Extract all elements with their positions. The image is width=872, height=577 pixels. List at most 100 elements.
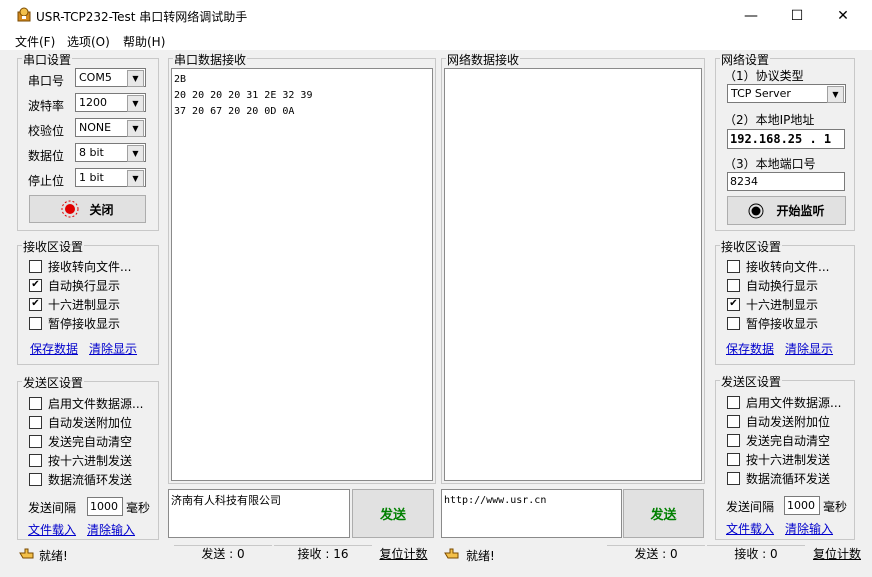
option-label: 启用文件数据源... (48, 397, 144, 411)
menu-file[interactable]: 文件(F) (15, 33, 55, 50)
checkbox[interactable] (29, 317, 42, 330)
serial-send-input[interactable]: 济南有人科技有限公司 (168, 489, 350, 538)
option-row[interactable]: 自动换行显示 (727, 276, 829, 295)
right-receive-settings-title: 接收区设置 (720, 238, 783, 255)
option-row[interactable]: 接收转向文件... (727, 257, 829, 276)
option-row[interactable]: 暂停接收显示 (727, 314, 829, 333)
checkbox[interactable] (29, 435, 42, 448)
checkbox[interactable] (29, 416, 42, 429)
clear-display-link[interactable]: 清除显示 (785, 340, 833, 357)
left-send-settings-title: 发送区设置 (22, 374, 85, 391)
option-row[interactable]: 暂停接收显示 (29, 314, 131, 333)
option-label: 自动换行显示 (746, 279, 819, 293)
port-select[interactable]: COM5 ▼ (75, 68, 146, 87)
right-send-settings-title: 发送区设置 (720, 373, 783, 390)
chevron-down-icon: ▼ (127, 170, 144, 187)
checkbox[interactable] (29, 473, 42, 486)
baud-label: 波特率 (28, 99, 65, 113)
checked-checkbox[interactable]: ✔ (29, 279, 42, 292)
net-receive-title: 网络数据接收 (446, 51, 521, 68)
checkbox[interactable] (727, 317, 740, 330)
send-interval-unit: 毫秒 (126, 501, 151, 515)
option-row[interactable]: 按十六进制发送 (727, 450, 841, 469)
option-label: 发送完自动清空 (48, 435, 133, 449)
local-ip-input[interactable]: 192.168.25 . 1 (727, 129, 845, 149)
option-label: 按十六进制发送 (48, 454, 133, 468)
clear-display-link[interactable]: 清除显示 (89, 340, 137, 357)
option-row[interactable]: 启用文件数据源... (727, 393, 841, 412)
serial-send-count: 发送 : 0 (174, 545, 272, 561)
checkbox[interactable] (29, 260, 42, 273)
start-listen-button[interactable]: 开始监听 (727, 196, 846, 225)
net-send-input[interactable]: http://www.usr.cn (441, 489, 622, 538)
save-data-link[interactable]: 保存数据 (30, 340, 78, 357)
option-row[interactable]: ✔ 自动换行显示 (29, 276, 131, 295)
minimize-button[interactable]: — (728, 0, 774, 31)
menu-bar: 文件(F) 选项(O) 帮助(H) (0, 31, 872, 50)
option-label: 发送完自动清空 (746, 434, 831, 448)
checkbox[interactable] (727, 415, 740, 428)
serial-toggle-label: 关闭 (89, 202, 114, 217)
net-send-button[interactable]: 发送 (623, 489, 704, 538)
checkbox[interactable] (727, 396, 740, 409)
option-row[interactable]: 数据流循环发送 (29, 470, 143, 489)
local-port-input[interactable]: 8234 (727, 172, 845, 191)
checkbox[interactable] (727, 279, 740, 292)
clear-input-link[interactable]: 清除输入 (87, 521, 135, 538)
net-settings-group: 网络设置 （1）协议类型 TCP Server ▼ （2）本地IP地址 192.1… (715, 51, 855, 231)
close-button[interactable]: ✕ (820, 0, 866, 31)
port-label: 串口号 (28, 74, 65, 88)
baud-select[interactable]: 1200 ▼ (75, 93, 146, 112)
parity-select[interactable]: NONE ▼ (75, 118, 146, 137)
menu-options[interactable]: 选项(O) (67, 33, 110, 50)
parity-label: 校验位 (28, 124, 65, 138)
status-ready: 就绪! (466, 549, 495, 563)
checkbox[interactable] (727, 434, 740, 447)
option-row[interactable]: ✔ 十六进制显示 (727, 295, 829, 314)
chevron-down-icon: ▼ (127, 145, 144, 162)
databits-select[interactable]: 8 bit ▼ (75, 143, 146, 162)
checkbox[interactable] (727, 260, 740, 273)
option-label: 按十六进制发送 (746, 453, 831, 467)
start-listen-label: 开始监听 (776, 204, 825, 218)
checkbox[interactable] (727, 453, 740, 466)
option-row[interactable]: ✔ 十六进制显示 (29, 295, 131, 314)
checked-checkbox[interactable]: ✔ (727, 298, 740, 311)
serial-recv-count: 接收 : 16 (274, 545, 372, 561)
checkbox[interactable] (29, 397, 42, 410)
option-row[interactable]: 接收转向文件... (29, 257, 131, 276)
load-file-link[interactable]: 文件载入 (726, 520, 774, 537)
local-ip-label: （2）本地IP地址 (724, 113, 815, 127)
clear-input-link[interactable]: 清除输入 (785, 520, 833, 537)
option-label: 数据流循环发送 (746, 472, 831, 486)
save-data-link[interactable]: 保存数据 (726, 340, 774, 357)
protocol-select[interactable]: TCP Server ▼ (727, 84, 846, 103)
option-row[interactable]: 数据流循环发送 (727, 469, 841, 488)
net-receive-area[interactable] (444, 68, 702, 481)
stopbits-select[interactable]: 1 bit ▼ (75, 168, 146, 187)
net-reset-count-button[interactable]: 复位计数 (808, 545, 866, 561)
serial-send-button[interactable]: 发送 (352, 489, 434, 538)
checkbox[interactable] (29, 454, 42, 467)
option-row[interactable]: 按十六进制发送 (29, 451, 143, 470)
option-row[interactable]: 自动发送附加位 (727, 412, 841, 431)
checked-checkbox[interactable]: ✔ (29, 298, 42, 311)
option-row[interactable]: 发送完自动清空 (29, 432, 143, 451)
send-interval-label: 发送间隔 (28, 501, 77, 515)
checkbox[interactable] (727, 472, 740, 485)
option-row[interactable]: 启用文件数据源... (29, 394, 143, 413)
option-row[interactable]: 发送完自动清空 (727, 431, 841, 450)
send-interval-input[interactable]: 1000 (87, 497, 123, 516)
option-row[interactable]: 自动发送附加位 (29, 413, 143, 432)
menu-help[interactable]: 帮助(H) (123, 33, 165, 50)
serial-reset-count-button[interactable]: 复位计数 (375, 545, 432, 561)
load-file-link[interactable]: 文件载入 (28, 521, 76, 538)
maximize-button[interactable]: ☐ (774, 0, 820, 31)
option-label: 自动换行显示 (48, 279, 121, 293)
send-interval-input[interactable]: 1000 (784, 496, 820, 515)
title-bar: USR-TCP232-Test 串口转网络调试助手 — ☐ ✕ (0, 0, 872, 31)
option-label: 启用文件数据源... (746, 396, 842, 410)
serial-receive-area[interactable]: 2B 20 20 20 20 31 2E 32 39 37 20 67 20 2… (171, 68, 433, 481)
send-interval-unit: 毫秒 (823, 500, 848, 514)
serial-toggle-button[interactable]: 关闭 (29, 195, 146, 223)
